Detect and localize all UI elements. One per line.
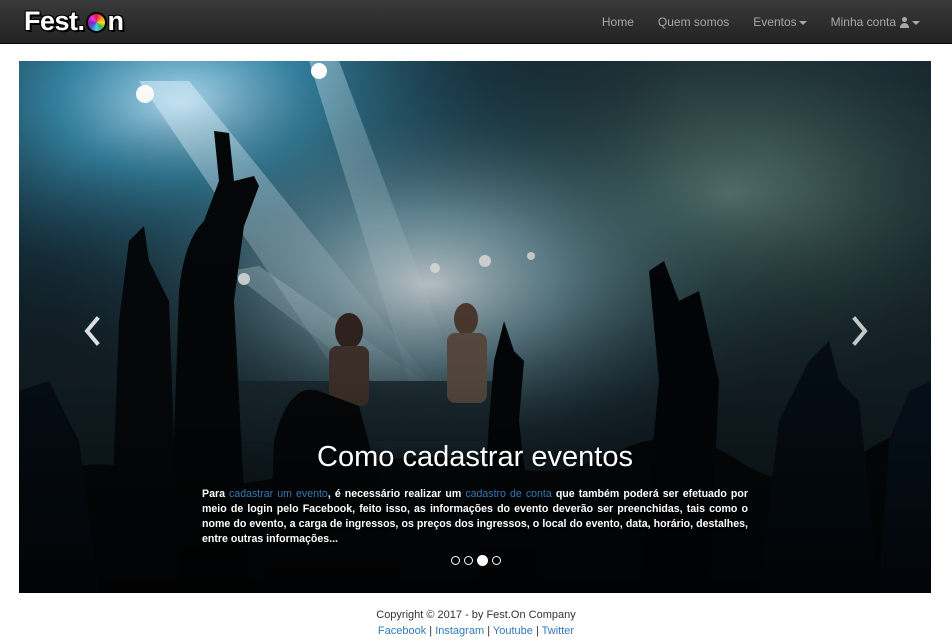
carousel-indicators: [451, 555, 501, 566]
carousel-indicator-4[interactable]: [492, 556, 501, 565]
caption-text-part: , é necessário realizar um: [327, 488, 466, 500]
cadastro-conta-link[interactable]: cadastro de conta: [465, 488, 551, 500]
twitter-link[interactable]: Twitter: [542, 625, 574, 637]
instagram-link[interactable]: Instagram: [435, 625, 484, 637]
brand-prefix: Fest.: [24, 5, 85, 36]
hero-carousel: Como cadastrar eventos Para cadastrar um…: [19, 61, 931, 593]
nav-home[interactable]: Home: [590, 0, 646, 44]
colorful-o-logo-icon: [85, 11, 107, 33]
footer-separator: |: [429, 625, 433, 637]
chevron-left-icon: [84, 316, 100, 346]
nav-eventos-dropdown[interactable]: Eventos: [741, 0, 818, 44]
chevron-right-icon: [852, 316, 868, 346]
brand-suffix: n: [107, 5, 125, 36]
footer-separator: |: [487, 625, 491, 637]
nav-minha-conta-dropdown[interactable]: Minha conta: [819, 0, 932, 44]
caret-down-icon: [912, 21, 920, 25]
facebook-link[interactable]: Facebook: [378, 625, 426, 637]
cadastrar-evento-link[interactable]: cadastrar um evento: [229, 488, 328, 500]
user-icon: [899, 16, 910, 28]
carousel-indicator-3[interactable]: [477, 555, 488, 566]
nav-quem-somos[interactable]: Quem somos: [646, 0, 741, 44]
nav-minha-conta-label: Minha conta: [830, 15, 896, 29]
footer-social-links: Facebook | Instagram | Youtube | Twitter: [0, 623, 952, 639]
nav-menu: Home Quem somos Eventos Minha conta: [590, 0, 932, 44]
brand-logo[interactable]: Fest. n: [24, 5, 124, 37]
carousel-indicator-1[interactable]: [451, 556, 460, 565]
caret-down-icon: [798, 21, 807, 25]
carousel-next-button[interactable]: [845, 311, 875, 351]
nav-home-label: Home: [601, 15, 634, 29]
carousel-indicator-2[interactable]: [464, 556, 473, 565]
caption-text-part: Para: [202, 488, 230, 500]
footer-copyright: Copyright © 2017 - by Fest.On Company: [376, 609, 576, 621]
youtube-link[interactable]: Youtube: [493, 625, 533, 637]
carousel-caption-title: Como cadastrar eventos: [317, 441, 633, 473]
carousel-caption-text: Para cadastrar um evento, é necessário r…: [202, 487, 748, 547]
carousel-prev-button[interactable]: [77, 311, 107, 351]
carousel-caption: Como cadastrar eventos Para cadastrar um…: [202, 439, 748, 547]
footer-separator: |: [535, 625, 539, 637]
nav-eventos-label: Eventos: [753, 15, 797, 29]
page-footer: Copyright © 2017 - by Fest.On Company Fa…: [0, 607, 952, 639]
top-navbar: Fest. n Home Quem somos Eventos Minha con…: [0, 0, 952, 44]
nav-quem-somos-label: Quem somos: [657, 15, 730, 29]
